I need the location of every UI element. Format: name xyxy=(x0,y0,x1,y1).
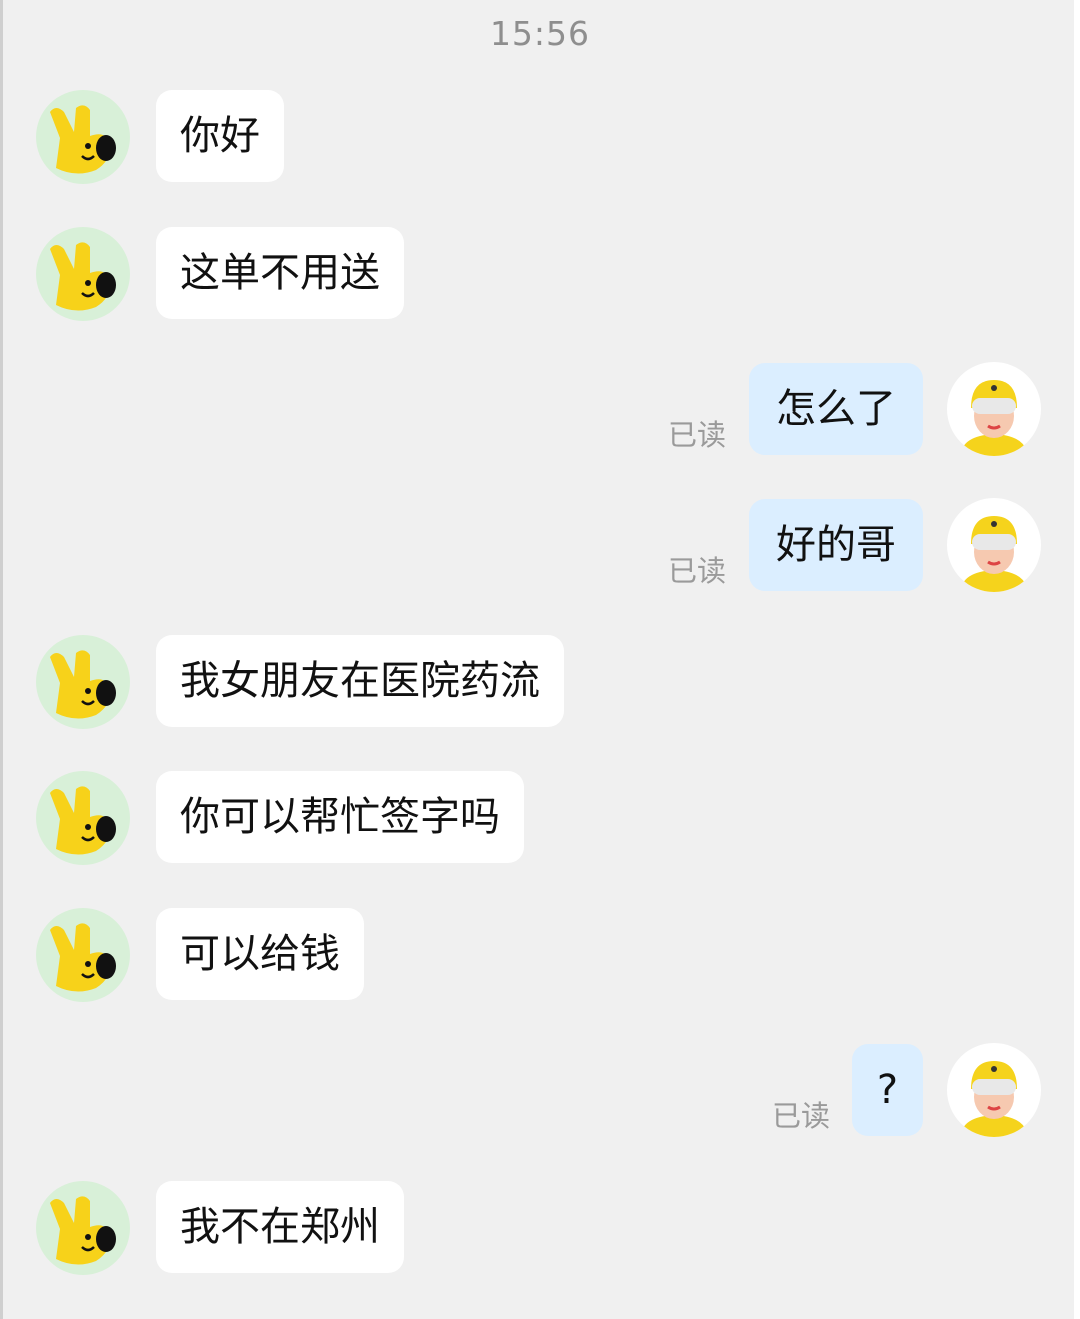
timestamp: 15:56 xyxy=(489,14,591,53)
rider-avatar[interactable] xyxy=(947,498,1041,592)
window-left-edge xyxy=(0,0,3,1319)
message-bubble-incoming[interactable]: 可以给钱 xyxy=(156,908,364,1000)
customer-avatar[interactable] xyxy=(36,771,130,865)
yellow-hand-mascot-icon xyxy=(50,650,116,719)
customer-avatar[interactable] xyxy=(36,635,130,729)
read-status: 已读 xyxy=(668,554,727,588)
message-bubble-incoming[interactable]: 你好 xyxy=(156,90,284,182)
message-bubble-incoming[interactable]: 你可以帮忙签字吗 xyxy=(156,771,524,863)
message-bubble-incoming[interactable]: 我女朋友在医院药流 xyxy=(156,635,564,727)
read-status: 已读 xyxy=(668,418,727,452)
message-bubble-incoming[interactable]: 这单不用送 xyxy=(156,227,404,319)
message-bubble-incoming[interactable]: 我不在郑州 xyxy=(156,1181,404,1273)
rider-helmet-avatar-icon xyxy=(961,380,1027,456)
customer-avatar[interactable] xyxy=(36,227,130,321)
yellow-hand-mascot-icon xyxy=(50,242,116,311)
customer-avatar[interactable] xyxy=(36,90,130,184)
message-bubble-outgoing[interactable]: 好的哥 xyxy=(749,499,923,591)
rider-helmet-avatar-icon xyxy=(961,516,1027,592)
yellow-hand-mascot-icon xyxy=(50,105,116,174)
customer-avatar[interactable] xyxy=(36,1181,130,1275)
rider-helmet-avatar-icon xyxy=(961,1061,1027,1137)
yellow-hand-mascot-icon xyxy=(50,923,116,992)
yellow-hand-mascot-icon xyxy=(50,786,116,855)
window-right-edge xyxy=(1074,0,1080,1319)
message-bubble-outgoing[interactable]: ? xyxy=(852,1044,923,1136)
yellow-hand-mascot-icon xyxy=(50,1196,116,1265)
read-status: 已读 xyxy=(772,1099,831,1133)
rider-avatar[interactable] xyxy=(947,1043,1041,1137)
rider-avatar[interactable] xyxy=(947,362,1041,456)
customer-avatar[interactable] xyxy=(36,908,130,1002)
message-bubble-outgoing[interactable]: 怎么了 xyxy=(749,363,923,455)
